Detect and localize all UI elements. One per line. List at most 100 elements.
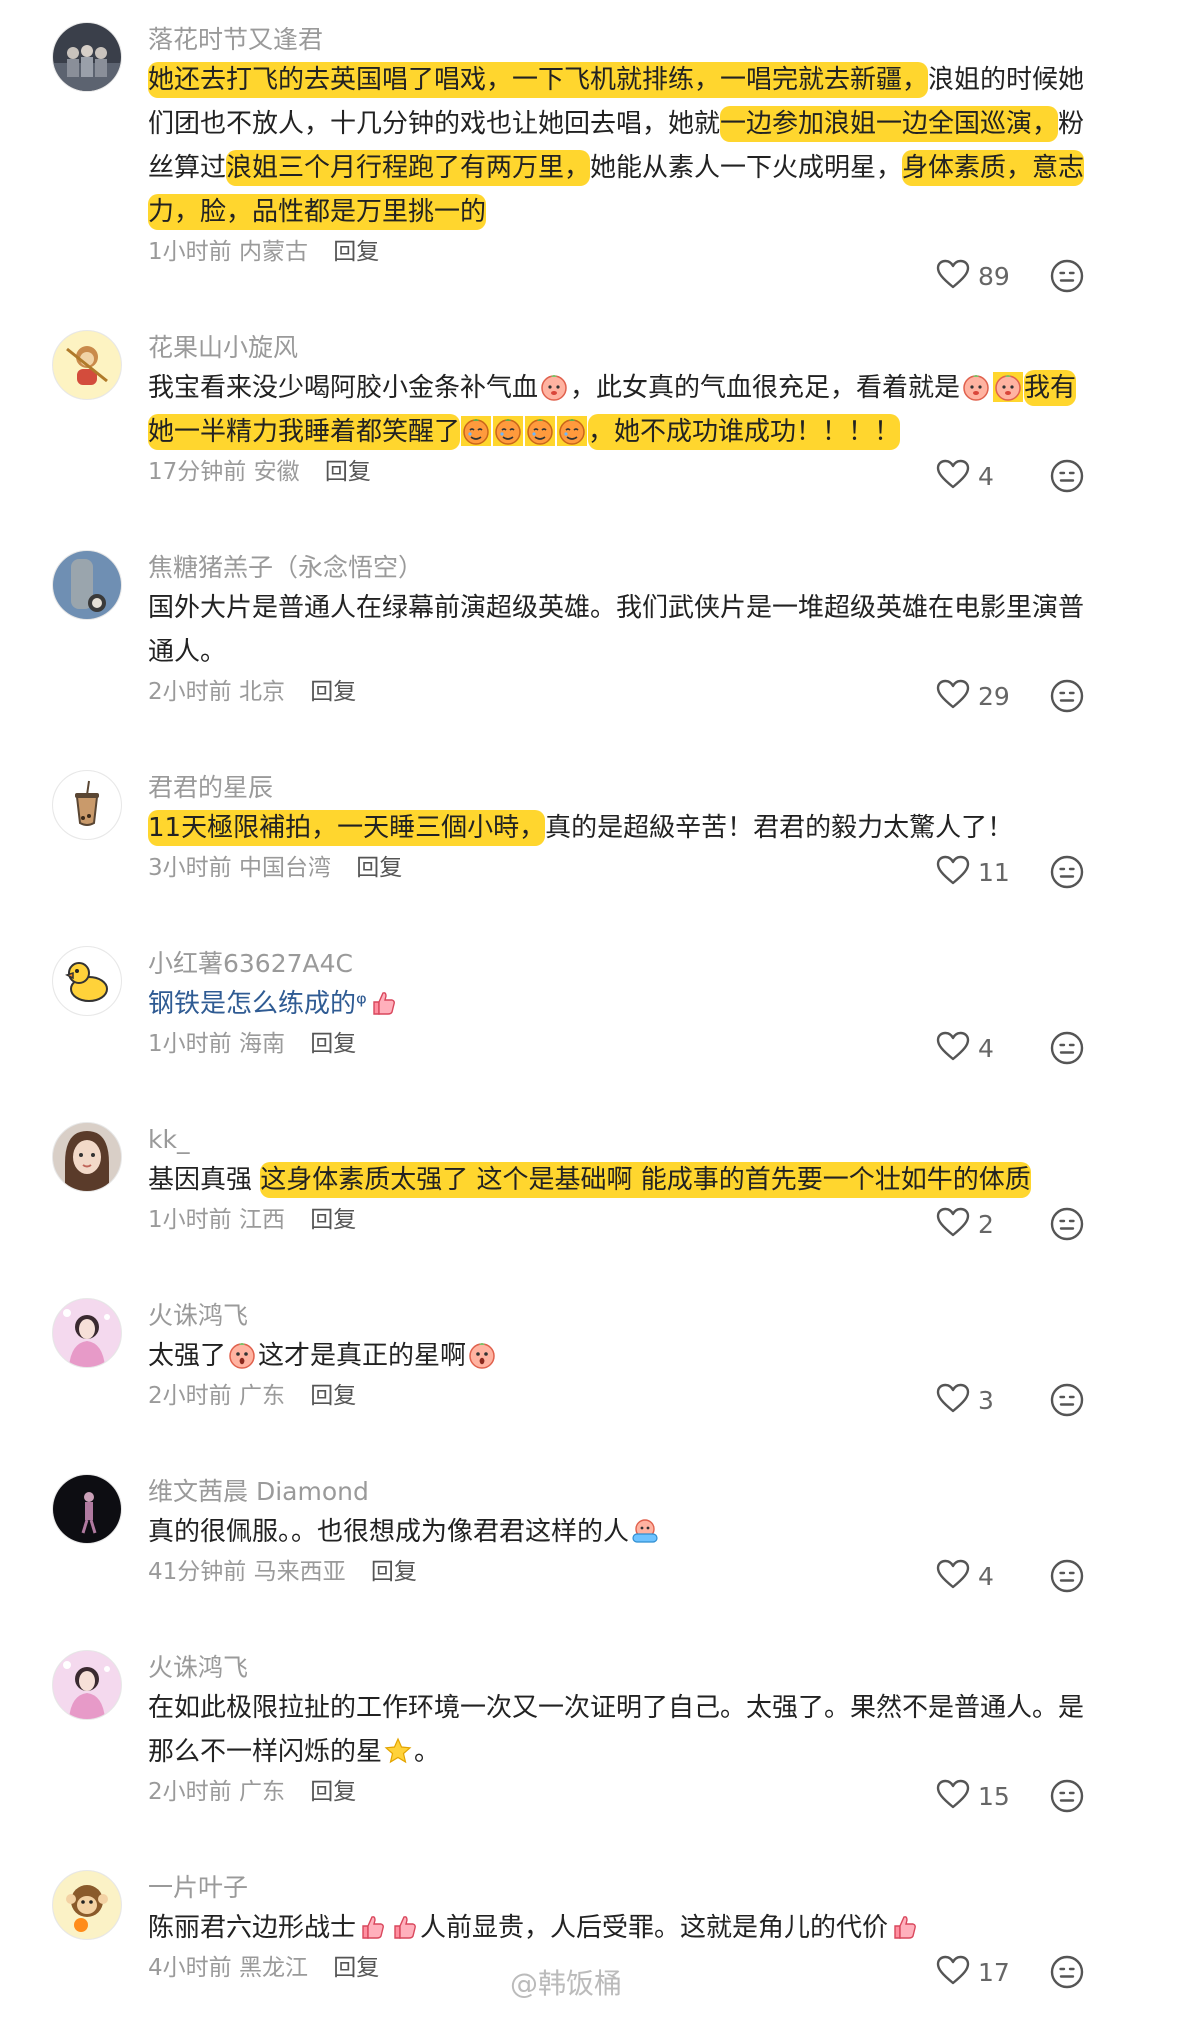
smiley-outline-icon — [1050, 855, 1084, 889]
username[interactable]: 落花时节又逢君 — [148, 22, 1088, 58]
reply-button[interactable]: 回复 — [310, 1779, 356, 1805]
like-button[interactable]: 17 — [936, 1955, 1018, 1989]
avatar[interactable] — [52, 1870, 122, 1940]
avatar[interactable] — [52, 1298, 122, 1368]
highlighted-text: 一边参加浪姐一边全国巡演， — [720, 106, 1059, 142]
peach-cry-emoji-icon — [525, 416, 556, 446]
like-button[interactable]: 2 — [936, 1207, 1018, 1241]
peach-wow-emoji-icon — [467, 1340, 497, 1370]
like-count: 29 — [978, 681, 1010, 711]
reply-button[interactable]: 回复 — [310, 1383, 356, 1409]
heart-outline-icon — [936, 1207, 970, 1241]
username[interactable]: 维文茜晨 Diamond — [148, 1474, 1088, 1510]
reply-button[interactable]: 回复 — [310, 1031, 356, 1057]
emoji-reaction-button[interactable] — [1050, 259, 1084, 293]
emoji-reaction-button[interactable] — [1050, 855, 1084, 889]
emoji-reaction-button[interactable] — [1050, 679, 1084, 713]
like-button[interactable]: 29 — [936, 679, 1018, 713]
heart-outline-icon — [936, 1559, 970, 1593]
avatar[interactable] — [52, 770, 122, 840]
username[interactable]: 花果山小旋风 — [148, 330, 1088, 366]
avatar[interactable] — [52, 1650, 122, 1720]
emoji-reaction-button[interactable] — [1050, 1559, 1084, 1593]
topic-link[interactable]: 钢铁是怎么练成的 — [148, 989, 356, 1019]
comment-location: 广东 — [238, 1779, 285, 1805]
comment-actions: 17 — [936, 1954, 1084, 1990]
topic-link[interactable]: ᵠ — [356, 989, 367, 1019]
peach-bath-emoji-icon — [630, 1516, 660, 1546]
like-button[interactable]: 3 — [936, 1383, 1018, 1417]
comment-actions: 4 — [936, 1558, 1084, 1594]
comment-actions: 11 — [936, 854, 1084, 890]
like-button[interactable]: 15 — [936, 1779, 1018, 1813]
reply-button[interactable]: 回复 — [333, 239, 379, 265]
emoji-reaction-button[interactable] — [1050, 1383, 1084, 1417]
avatar[interactable] — [52, 1474, 122, 1544]
emoji-reaction-button[interactable] — [1050, 1031, 1084, 1065]
like-count: 17 — [978, 1957, 1010, 1987]
peach-cry-emoji-icon — [461, 416, 492, 446]
avatar[interactable] — [52, 550, 122, 620]
reply-button[interactable]: 回复 — [310, 1207, 356, 1233]
like-button[interactable]: 4 — [936, 1031, 1018, 1065]
like-count: 4 — [978, 461, 994, 491]
avatar[interactable] — [52, 22, 122, 92]
reply-button[interactable]: 回复 — [356, 855, 402, 881]
like-button[interactable]: 11 — [936, 855, 1018, 889]
heart-outline-icon — [936, 1383, 970, 1417]
avatar[interactable] — [52, 946, 122, 1016]
comment-text: 我宝看来没少喝阿胶小金条补气血 ，此女真的气血很充足，看着就是 我有她一半精力我睡着… — [148, 366, 1088, 454]
comment-text: 真的很佩服。。也很想成为像君君这样的人 — [148, 1510, 1088, 1554]
comment-text-segment: 人前显贵，人后受罪。这就是角儿的代价 — [420, 1913, 889, 1943]
peach-cry-emoji-icon — [557, 416, 588, 446]
reply-button[interactable]: 回复 — [371, 1559, 417, 1585]
reply-button[interactable]: 回复 — [325, 459, 371, 485]
username[interactable]: kk_ — [148, 1122, 1088, 1158]
username[interactable]: 火诛鸿飞 — [148, 1298, 1088, 1334]
reply-button[interactable]: 回复 — [310, 679, 356, 705]
peach-face-emoji-icon — [993, 372, 1024, 402]
highlighted-text: 她还去打飞的去英国唱了唱戏，一下飞机就排练，一唱完就去新疆， — [148, 62, 929, 98]
comment-text-segment: 我宝看来没少喝阿胶小金条补气血 — [148, 373, 539, 403]
like-button[interactable]: 4 — [936, 459, 1018, 493]
like-count: 3 — [978, 1385, 994, 1415]
emoji-reaction-button[interactable] — [1050, 1207, 1084, 1241]
heart-outline-icon — [936, 1031, 970, 1065]
heart-outline-icon — [936, 259, 970, 293]
comment-text-segment: 这才是真正的星啊 — [258, 1341, 467, 1371]
smiley-outline-icon — [1050, 1779, 1084, 1813]
avatar[interactable] — [52, 330, 122, 400]
peach-cry-emoji-icon — [493, 416, 524, 446]
avatar[interactable] — [52, 1122, 122, 1192]
like-count: 4 — [978, 1033, 994, 1063]
smiley-outline-icon — [1050, 259, 1084, 293]
reply-button[interactable]: 回复 — [333, 1955, 379, 1981]
smiley-outline-icon — [1050, 1031, 1084, 1065]
highlighted-text: 浪姐三个月行程跑了有两万里， — [226, 150, 591, 186]
highlighted-text: ，她不成功谁成功！！！！ — [588, 414, 901, 450]
like-button[interactable]: 89 — [936, 259, 1018, 293]
emoji-reaction-button[interactable] — [1050, 1955, 1084, 1989]
comment-location: 黑龙江 — [238, 1955, 308, 1981]
comment-text: 在如此极限拉扯的工作环境一次又一次证明了自己。太强了。果然不是普通人。是那么不一… — [148, 1686, 1088, 1774]
username[interactable]: 君君的星辰 — [148, 770, 1088, 806]
comment-location: 中国台湾 — [238, 855, 331, 881]
comment-text: 国外大片是普通人在绿幕前演超级英雄。我们武侠片是一堆超级英雄在电影里演普通人。 — [148, 586, 1088, 674]
comment-actions: 15 — [936, 1778, 1084, 1814]
emoji-reaction-button[interactable] — [1050, 1779, 1084, 1813]
comment-time: 1小时前 — [148, 1031, 232, 1057]
username[interactable]: 焦糖猪羔子（永念悟空） — [148, 550, 1088, 586]
comment-text-segment: 基因真强 — [148, 1165, 261, 1195]
like-button[interactable]: 4 — [936, 1559, 1018, 1593]
comment-time: 2小时前 — [148, 1383, 232, 1409]
smiley-outline-icon — [1050, 1383, 1084, 1417]
smiley-outline-icon — [1050, 459, 1084, 493]
username[interactable]: 火诛鸿飞 — [148, 1650, 1088, 1686]
username[interactable]: 小红薯63627A4C — [148, 946, 1088, 982]
emoji-reaction-button[interactable] — [1050, 459, 1084, 493]
comment-actions: 2 — [936, 1206, 1084, 1242]
comment-text-segment: 真的是超級辛苦！君君的毅力太驚人了！ — [545, 813, 1014, 843]
username[interactable]: 一片叶子 — [148, 1870, 1088, 1906]
highlighted-text: 11天極限補拍，一天睡三個小時， — [148, 810, 546, 846]
smiley-outline-icon — [1050, 679, 1084, 713]
